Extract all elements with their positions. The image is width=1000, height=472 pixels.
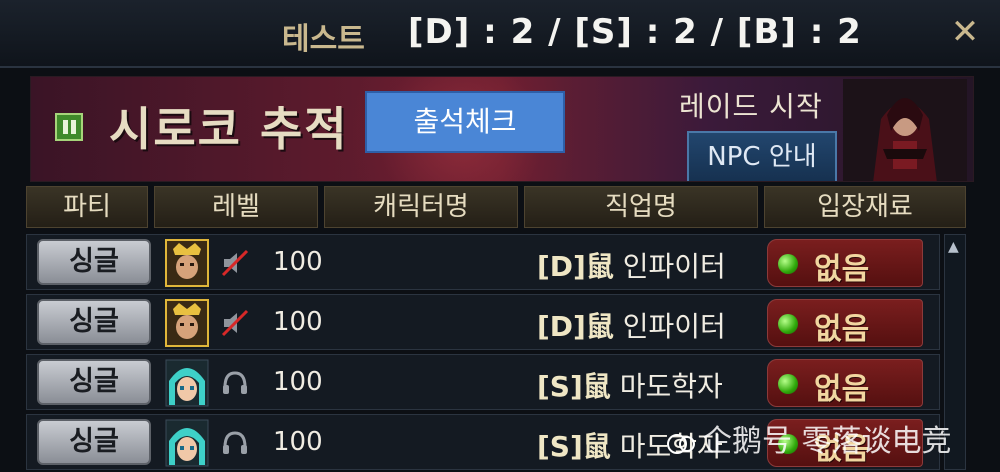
header-party: 파티 <box>26 186 148 228</box>
muted-speaker-icon <box>221 309 249 337</box>
header-character-name: 캐릭터명 <box>324 186 518 228</box>
npc-portrait-icon <box>843 79 967 181</box>
character-job: [D]鼠 인파이터 <box>537 250 726 283</box>
single-party-button[interactable]: 싱글 <box>37 299 151 345</box>
ready-indicator-icon <box>778 254 798 274</box>
job-tier: [D] <box>537 250 586 283</box>
character-level: 100 <box>273 307 323 337</box>
single-party-button[interactable]: 싱글 <box>37 239 151 285</box>
character-job: [S]鼠 마도학자 <box>537 370 723 403</box>
job-name: 인파이터 <box>622 250 726 283</box>
title-bar: 테스트 [D] : 2 / [S] : 2 / [B] : 2 ✕ <box>0 0 1000 68</box>
penguin-logo-icon <box>667 433 695 454</box>
table-row[interactable]: 싱글 100 [D]鼠 인파이터 없음 <box>26 234 940 290</box>
entry-material-status: 없음 <box>814 312 870 347</box>
job-tier: [D] <box>537 310 586 343</box>
npc-guide-button[interactable]: NPC 안내 <box>687 131 837 181</box>
single-party-button[interactable]: 싱글 <box>37 419 151 465</box>
character-level: 100 <box>273 367 323 397</box>
watermark: 企鹅号 零落谈电竞 <box>666 416 952 460</box>
character-level: 100 <box>273 427 323 457</box>
table-header: 파티 레벨 캐릭터명 직업명 입장재료 <box>26 186 966 230</box>
header-level: 레벨 <box>154 186 318 228</box>
job-tier: [S] <box>537 430 583 463</box>
fighter-portrait-icon <box>165 299 209 347</box>
job-tier: [S] <box>537 370 583 403</box>
job-name: 마도학자 <box>619 370 723 403</box>
table-row[interactable]: 싱글 100 [D]鼠 인파이터 없음 <box>26 294 940 350</box>
raid-start-label: 레이드 시작 <box>679 90 823 123</box>
entry-material-status: 없음 <box>814 372 870 407</box>
job-name: 인파이터 <box>622 310 726 343</box>
muted-speaker-icon <box>221 249 249 277</box>
header-entry-material: 입장재료 <box>764 186 966 228</box>
headset-icon <box>223 431 247 454</box>
raid-title: 시로코 추적 <box>109 102 349 156</box>
raid-banner: 시로코 추적 출석체크 레이드 시작 NPC 안내 <box>30 76 974 182</box>
character-job: [D]鼠 인파이터 <box>537 310 726 343</box>
class-counts: [D] : 2 / [S] : 2 / [B] : 2 <box>408 12 862 52</box>
table-row[interactable]: 싱글 100 [S]鼠 마도학자 없음 <box>26 354 940 410</box>
fighter-portrait-icon <box>165 239 209 287</box>
pause-icon[interactable] <box>55 113 83 141</box>
entry-material-badge: 없음 <box>767 359 923 407</box>
entry-material-status: 없음 <box>814 252 870 287</box>
entry-material-badge: 없음 <box>767 299 923 347</box>
mage-portrait-icon <box>165 359 209 407</box>
entry-material-badge: 없음 <box>767 239 923 287</box>
watermark-text: 企鹅号 零落谈电竞 <box>702 424 952 459</box>
header-job: 직업명 <box>524 186 758 228</box>
window-title: 테스트 <box>282 22 365 57</box>
mage-portrait-icon <box>165 419 209 467</box>
ready-indicator-icon <box>778 314 798 334</box>
ready-indicator-icon <box>778 374 798 394</box>
single-party-button[interactable]: 싱글 <box>37 359 151 405</box>
character-level: 100 <box>273 247 323 277</box>
close-icon[interactable]: ✕ <box>945 10 985 54</box>
attendance-check-button[interactable]: 출석체크 <box>365 91 565 153</box>
scroll-up-icon[interactable]: ▲ <box>948 239 959 255</box>
headset-icon <box>223 371 247 394</box>
